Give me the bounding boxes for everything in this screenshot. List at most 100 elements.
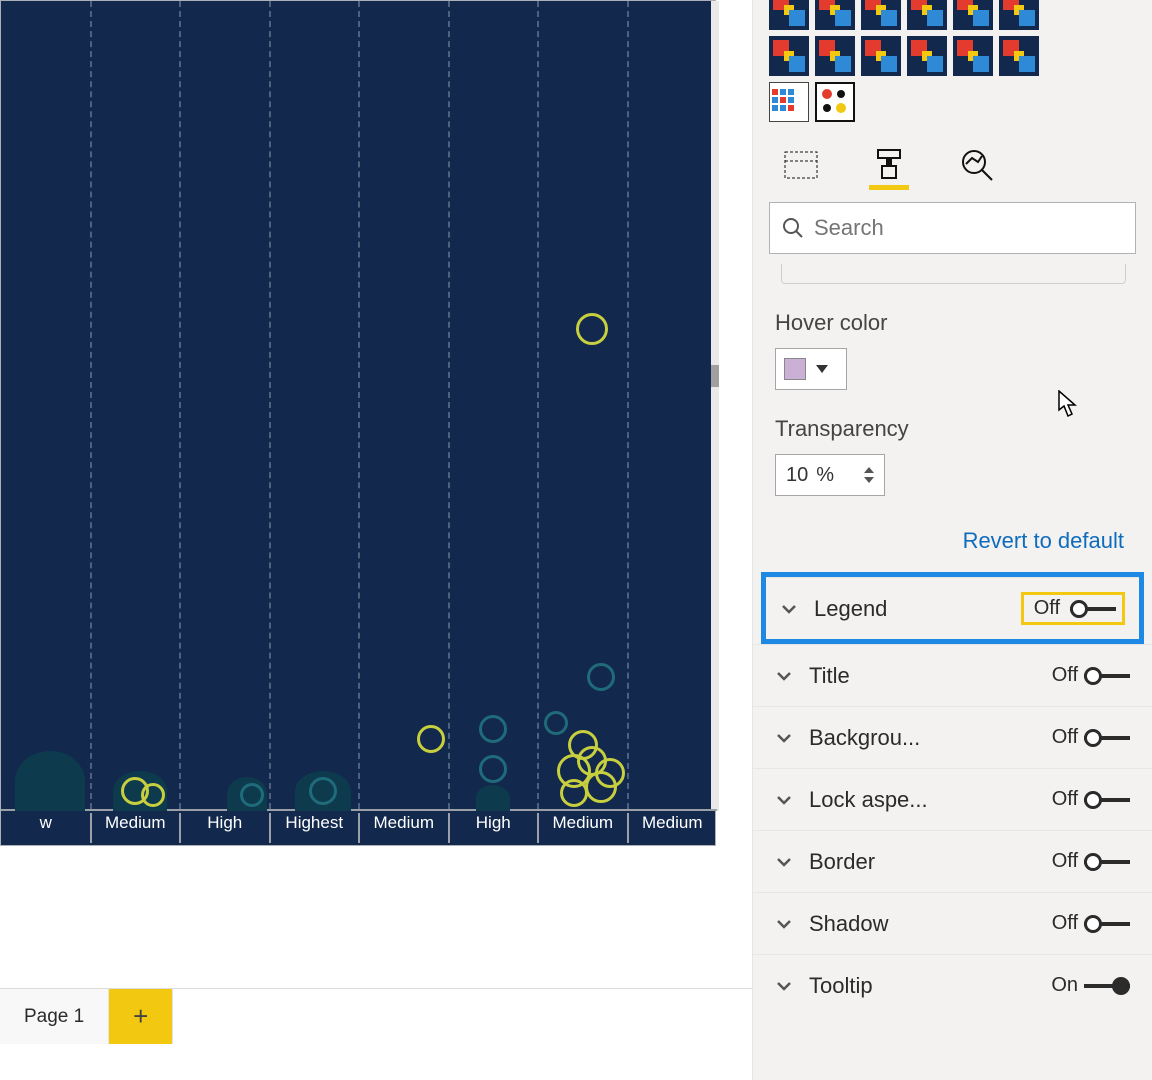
- data-point[interactable]: [576, 313, 608, 345]
- section-label: Border: [809, 849, 1052, 875]
- data-point[interactable]: [479, 715, 507, 743]
- toggle-state-text: Off: [1052, 788, 1078, 811]
- hover-color-picker[interactable]: [775, 348, 847, 390]
- scatter-chart-visual[interactable]: wMediumHighHighestMediumHighMediumMedium: [0, 0, 716, 846]
- viz-tile-more[interactable]: [769, 82, 809, 122]
- x-axis-line: [1, 809, 717, 811]
- format-section-shadow[interactable]: ShadowOff: [753, 892, 1152, 954]
- viz-tile[interactable]: [769, 36, 809, 76]
- toggle-switch[interactable]: [1084, 975, 1130, 997]
- data-point[interactable]: [585, 771, 617, 803]
- x-axis-tick-label: High: [177, 813, 273, 833]
- chart-scroll-track[interactable]: [711, 1, 719, 811]
- chevron-down-icon: [816, 365, 828, 373]
- toggle-state-text: Off: [1052, 726, 1078, 749]
- section-label: Lock aspe...: [809, 787, 1052, 813]
- viz-tile[interactable]: [907, 36, 947, 76]
- viz-tile[interactable]: [861, 36, 901, 76]
- viz-tile[interactable]: [815, 0, 855, 30]
- chevron-down-icon: [775, 915, 793, 933]
- revert-default-link[interactable]: Revert to default: [753, 496, 1152, 572]
- fields-tab-icon[interactable]: [781, 150, 821, 190]
- data-point[interactable]: [560, 779, 588, 807]
- chart-scroll-thumb[interactable]: [711, 365, 719, 387]
- x-axis-tick-label: Highest: [266, 813, 362, 833]
- viz-tile-selected[interactable]: [815, 82, 855, 122]
- toggle-state-text: Off: [1052, 664, 1078, 687]
- format-tab-icon[interactable]: [869, 150, 909, 190]
- section-label: Legend: [814, 596, 1021, 622]
- chevron-down-icon: [780, 600, 798, 618]
- x-axis-tick-label: Medium: [535, 813, 631, 833]
- chevron-down-icon: [864, 477, 874, 483]
- section-label: Title: [809, 663, 1052, 689]
- legend-row-highlight: LegendOff: [761, 572, 1144, 644]
- gridline: [90, 1, 92, 809]
- toggle-switch[interactable]: [1084, 851, 1130, 873]
- format-section-tooltip[interactable]: TooltipOn: [753, 954, 1152, 1016]
- format-section-legend[interactable]: LegendOff: [766, 577, 1139, 639]
- data-point[interactable]: [587, 663, 615, 691]
- section-label: Shadow: [809, 911, 1052, 937]
- data-point[interactable]: [240, 783, 264, 807]
- hover-color-label: Hover color: [775, 310, 1130, 336]
- format-search-input[interactable]: [814, 215, 1123, 241]
- chevron-up-icon: [864, 467, 874, 473]
- viz-gallery-row: [753, 82, 1152, 122]
- toggle-switch[interactable]: [1084, 789, 1130, 811]
- chevron-down-icon: [775, 853, 793, 871]
- format-section-title[interactable]: TitleOff: [753, 644, 1152, 706]
- format-section-border[interactable]: BorderOff: [753, 830, 1152, 892]
- format-section-lockaspect[interactable]: Lock aspe...Off: [753, 768, 1152, 830]
- gridline: [269, 1, 271, 809]
- viz-tile[interactable]: [769, 0, 809, 30]
- viz-gallery-row: [753, 0, 1152, 30]
- format-section-background[interactable]: Backgrou...Off: [753, 706, 1152, 768]
- toggle-state-text: Off: [1052, 912, 1078, 935]
- section-label: Backgrou...: [809, 725, 1052, 751]
- report-canvas: wMediumHighHighestMediumHighMediumMedium…: [0, 0, 752, 1080]
- data-point[interactable]: [544, 711, 568, 735]
- page-tab-1[interactable]: Page 1: [0, 989, 109, 1044]
- gridline: [358, 1, 360, 809]
- viz-tile[interactable]: [999, 36, 1039, 76]
- analytics-tab-icon[interactable]: [957, 150, 997, 190]
- viz-tile[interactable]: [999, 0, 1039, 30]
- format-search-box[interactable]: [769, 202, 1136, 254]
- chevron-down-icon: [775, 729, 793, 747]
- viz-gallery-row: [753, 36, 1152, 76]
- data-point[interactable]: [141, 783, 165, 807]
- viz-tile[interactable]: [907, 0, 947, 30]
- x-axis-tick-label: Medium: [87, 813, 183, 833]
- page-tabs-bar: Page 1 +: [0, 988, 752, 1044]
- number-spinner[interactable]: [864, 455, 878, 495]
- viz-tile[interactable]: [953, 36, 993, 76]
- add-page-button[interactable]: +: [109, 989, 173, 1044]
- viz-tile[interactable]: [861, 0, 901, 30]
- toggle-switch[interactable]: [1084, 727, 1130, 749]
- toggle-switch[interactable]: [1084, 665, 1130, 687]
- transparency-value: 10: [786, 464, 808, 487]
- section-label: Tooltip: [809, 973, 1051, 999]
- data-point[interactable]: [417, 725, 445, 753]
- x-axis-tick-label: Medium: [356, 813, 452, 833]
- toggle-state-text: Off: [1052, 850, 1078, 873]
- x-axis-tick-label: Medium: [624, 813, 720, 833]
- toggle-switch[interactable]: [1084, 913, 1130, 935]
- toggle-highlight: Off: [1021, 592, 1125, 625]
- data-point[interactable]: [479, 755, 507, 783]
- viz-tile[interactable]: [953, 0, 993, 30]
- search-icon: [782, 217, 804, 239]
- chevron-down-icon: [775, 791, 793, 809]
- transparency-input[interactable]: 10 %: [775, 454, 885, 496]
- toggle-state-text: On: [1051, 974, 1078, 997]
- panel-tool-tabs: [753, 128, 1152, 190]
- chevron-down-icon: [775, 667, 793, 685]
- transparency-unit: %: [816, 464, 834, 487]
- transparency-label: Transparency: [775, 416, 1130, 442]
- chevron-down-icon: [775, 977, 793, 995]
- toggle-switch[interactable]: [1070, 598, 1116, 620]
- data-point[interactable]: [309, 777, 337, 805]
- color-swatch-icon: [784, 358, 806, 380]
- viz-tile[interactable]: [815, 36, 855, 76]
